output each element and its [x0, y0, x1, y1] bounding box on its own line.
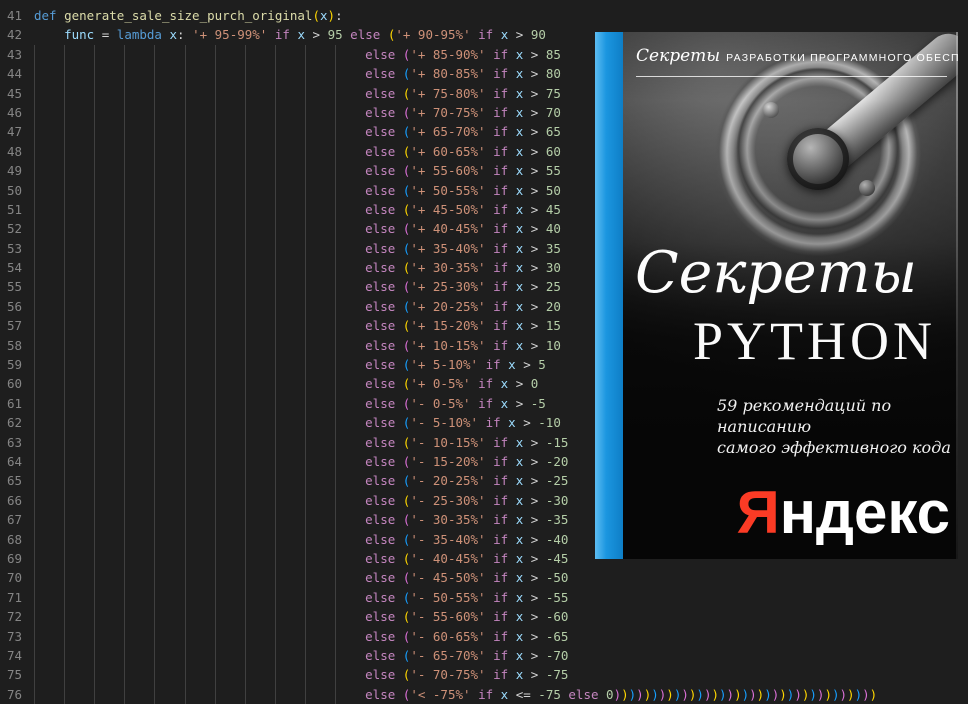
code-text: else ('- 45-50%' if x > -50 — [365, 570, 569, 586]
code-text: else ('- 60-65%' if x > -65 — [365, 628, 569, 644]
book-subtitle-line2: самого эффективного кода — [717, 438, 951, 457]
line-number[interactable]: 45 — [0, 84, 22, 103]
code-text: else ('- 5-10%' if x > -10 — [365, 415, 561, 431]
code-text: else ('+ 70-75%' if x > 70 — [365, 104, 561, 120]
line-number[interactable]: 75 — [0, 665, 22, 684]
code-editor[interactable]: 41 def generate_sale_size_purch_original(… — [0, 0, 968, 704]
line-number[interactable]: 50 — [0, 181, 22, 200]
line-number[interactable]: 48 — [0, 142, 22, 161]
line-number[interactable]: 74 — [0, 646, 22, 665]
line-number[interactable]: 71 — [0, 588, 22, 607]
book-subtitle: 59 рекомендаций по написанию самого эффе… — [717, 395, 958, 458]
line-number[interactable]: 58 — [0, 336, 22, 355]
code-text: else ('+ 80-85%' if x > 80 — [365, 66, 561, 82]
line-number[interactable]: 42 — [0, 25, 22, 44]
line-number[interactable]: 66 — [0, 491, 22, 510]
line-number[interactable]: 53 — [0, 239, 22, 258]
line-number[interactable]: 49 — [0, 161, 22, 180]
book-subtitle-line1: 59 рекомендаций по написанию — [717, 396, 892, 436]
book-cover-image: Секреты РАЗРАБОТКИ ПРОГРАММНОГО ОБЕСПЕЧЕН… — [595, 32, 958, 559]
code-line[interactable]: 73 else ('- 60-65%' if x > -65 — [0, 627, 968, 646]
series-header: Секреты РАЗРАБОТКИ ПРОГРАММНОГО ОБЕСПЕЧЕН… — [636, 46, 958, 78]
line-number[interactable]: 59 — [0, 355, 22, 374]
code-text: else ('+ 50-55%' if x > 50 — [365, 182, 561, 198]
line-number[interactable]: 51 — [0, 200, 22, 219]
line-number[interactable]: 41 — [0, 6, 22, 25]
book-spine — [595, 32, 623, 559]
line-number[interactable]: 65 — [0, 471, 22, 490]
line-number[interactable]: 47 — [0, 122, 22, 141]
code-text: else ('+ 5-10%' if x > 5 — [365, 357, 546, 373]
code-text: else ('+ 35-40%' if x > 35 — [365, 240, 561, 256]
code-line[interactable]: 72 else ('- 55-60%' if x > -60 — [0, 607, 968, 626]
line-number[interactable]: 46 — [0, 103, 22, 122]
code-text: else ('+ 75-80%' if x > 75 — [365, 85, 561, 101]
code-text: else ('- 30-35%' if x > -35 — [365, 512, 569, 528]
line-number[interactable]: 54 — [0, 258, 22, 277]
line-number[interactable]: 67 — [0, 510, 22, 529]
code-line[interactable]: 70 else ('- 45-50%' if x > -50 — [0, 568, 968, 587]
code-text: else ('- 35-40%' if x > -40 — [365, 531, 569, 547]
code-line[interactable]: 41 def generate_sale_size_purch_original(… — [0, 6, 968, 25]
line-number[interactable]: 62 — [0, 413, 22, 432]
page-edge — [956, 32, 958, 559]
code-text: else ('+ 40-45%' if x > 40 — [365, 221, 561, 237]
code-text: else ('< -75%' if x <= -75 else 0)))))))… — [365, 686, 878, 702]
book-front-cover: Секреты РАЗРАБОТКИ ПРОГРАММНОГО ОБЕСПЕЧЕН… — [623, 32, 958, 559]
line-number[interactable]: 43 — [0, 45, 22, 64]
book-title-script: Секреты — [635, 240, 918, 306]
line-number[interactable]: 60 — [0, 374, 22, 393]
book-title-main: PYTHON — [693, 311, 937, 371]
code-text: else ('+ 85-90%' if x > 85 — [365, 46, 561, 62]
code-text: func = lambda x: '+ 95-99%' if x > 95 el… — [64, 27, 546, 43]
series-header-script: Секреты — [636, 46, 721, 66]
code-text: else ('- 25-30%' if x > -30 — [365, 492, 569, 508]
code-text: else ('- 70-75%' if x > -75 — [365, 667, 569, 683]
code-text: else ('+ 10-15%' if x > 10 — [365, 337, 561, 353]
code-line[interactable]: 76 else ('< -75%' if x <= -75 else 0))))… — [0, 685, 968, 704]
publisher-logo-first-letter: Я — [736, 479, 780, 546]
code-line[interactable]: 75 else ('- 70-75%' if x > -75 — [0, 665, 968, 684]
line-number[interactable]: 69 — [0, 549, 22, 568]
code-text: else ('+ 45-50%' if x > 45 — [365, 201, 561, 217]
code-text: else ('- 55-60%' if x > -60 — [365, 609, 569, 625]
code-text: else ('+ 30-35%' if x > 30 — [365, 260, 561, 276]
code-line[interactable]: 74 else ('- 65-70%' if x > -70 — [0, 646, 968, 665]
code-text: else ('+ 0-5%' if x > 0 — [365, 376, 539, 392]
line-number[interactable]: 73 — [0, 627, 22, 646]
code-text: else ('+ 15-20%' if x > 15 — [365, 318, 561, 334]
line-number[interactable]: 70 — [0, 568, 22, 587]
line-number[interactable]: 72 — [0, 607, 22, 626]
line-number[interactable]: 61 — [0, 394, 22, 413]
code-text: else ('- 0-5%' if x > -5 — [365, 395, 546, 411]
code-line[interactable]: 71 else ('- 50-55%' if x > -55 — [0, 588, 968, 607]
publisher-logo: Яндекс — [737, 482, 950, 544]
code-text: else ('+ 65-70%' if x > 65 — [365, 124, 561, 140]
line-number[interactable]: 64 — [0, 452, 22, 471]
code-text: else ('- 10-15%' if x > -15 — [365, 434, 569, 450]
line-number[interactable]: 52 — [0, 219, 22, 238]
code-text: else ('- 20-25%' if x > -25 — [365, 473, 569, 489]
series-header-caps: РАЗРАБОТКИ ПРОГРАММНОГО ОБЕСПЕЧЕНИЯ — [726, 52, 958, 64]
code-text: else ('- 15-20%' if x > -20 — [365, 453, 569, 469]
line-number[interactable]: 55 — [0, 277, 22, 296]
publisher-logo-rest: ндекс — [779, 479, 950, 546]
code-text: else ('- 65-70%' if x > -70 — [365, 647, 569, 663]
line-number[interactable]: 56 — [0, 297, 22, 316]
line-number[interactable]: 44 — [0, 64, 22, 83]
code-text: else ('+ 55-60%' if x > 55 — [365, 163, 561, 179]
code-text: else ('+ 20-25%' if x > 20 — [365, 298, 561, 314]
line-number[interactable]: 68 — [0, 530, 22, 549]
line-number[interactable]: 63 — [0, 433, 22, 452]
code-text: else ('- 50-55%' if x > -55 — [365, 589, 569, 605]
code-text: def generate_sale_size_purch_original(x)… — [34, 8, 343, 23]
line-number[interactable]: 57 — [0, 316, 22, 335]
code-text: else ('+ 25-30%' if x > 25 — [365, 279, 561, 295]
code-text: else ('- 40-45%' if x > -45 — [365, 550, 569, 566]
code-text: else ('+ 60-65%' if x > 60 — [365, 143, 561, 159]
line-number[interactable]: 76 — [0, 685, 22, 704]
